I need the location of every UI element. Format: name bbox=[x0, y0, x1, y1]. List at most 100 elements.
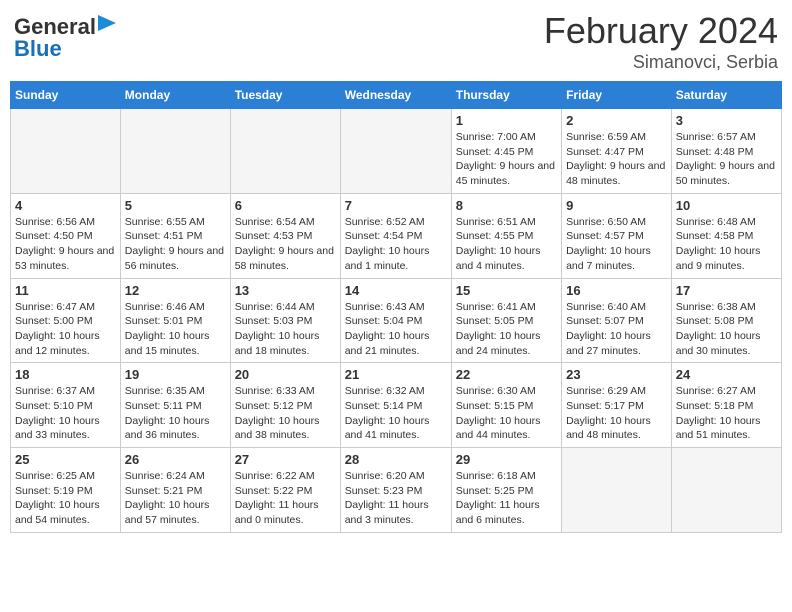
calendar-cell: 21 Sunrise: 6:32 AMSunset: 5:14 PMDayligh… bbox=[340, 363, 451, 448]
calendar-cell: 1 Sunrise: 7:00 AMSunset: 4:45 PMDaylight… bbox=[451, 109, 561, 194]
page-header: General Blue February 2024 Simanovci, Se… bbox=[10, 10, 782, 73]
day-number: 17 bbox=[676, 283, 777, 298]
day-info: Sunrise: 6:25 AMSunset: 5:19 PMDaylight:… bbox=[15, 469, 116, 528]
day-info: Sunrise: 6:22 AMSunset: 5:22 PMDaylight:… bbox=[235, 469, 336, 528]
day-info: Sunrise: 6:52 AMSunset: 4:54 PMDaylight:… bbox=[345, 215, 447, 274]
calendar-cell: 10 Sunrise: 6:48 AMSunset: 4:58 PMDayligh… bbox=[671, 193, 781, 278]
calendar-cell: 20Sunrise: 6:33 AMSunset: 5:12 PMDayligh… bbox=[230, 363, 340, 448]
calendar-cell: 7 Sunrise: 6:52 AMSunset: 4:54 PMDaylight… bbox=[340, 193, 451, 278]
calendar-cell: 9 Sunrise: 6:50 AMSunset: 4:57 PMDaylight… bbox=[562, 193, 672, 278]
logo-blue: Blue bbox=[14, 36, 62, 62]
day-info: Sunrise: 6:37 AMSunset: 5:10 PMDaylight:… bbox=[15, 384, 116, 443]
day-info: Sunrise: 6:29 AMSunset: 5:17 PMDaylight:… bbox=[566, 384, 667, 443]
weekday-header-wednesday: Wednesday bbox=[340, 82, 451, 109]
logo-icon bbox=[98, 15, 116, 37]
day-info: Sunrise: 6:41 AMSunset: 5:05 PMDaylight:… bbox=[456, 300, 557, 359]
calendar-cell: 23 Sunrise: 6:29 AMSunset: 5:17 PMDayligh… bbox=[562, 363, 672, 448]
calendar-cell bbox=[671, 448, 781, 533]
location-title: Simanovci, Serbia bbox=[544, 52, 778, 73]
day-number: 11 bbox=[15, 283, 116, 298]
day-info: Sunrise: 6:24 AMSunset: 5:21 PMDaylight:… bbox=[125, 469, 226, 528]
day-number: 10 bbox=[676, 198, 777, 213]
day-info: Sunrise: 6:57 AMSunset: 4:48 PMDaylight:… bbox=[676, 130, 777, 189]
day-number: 6 bbox=[235, 198, 336, 213]
calendar-cell: 22Sunrise: 6:30 AMSunset: 5:15 PMDayligh… bbox=[451, 363, 561, 448]
day-number: 21 bbox=[345, 367, 447, 382]
calendar-cell: 24 Sunrise: 6:27 AMSunset: 5:18 PMDayligh… bbox=[671, 363, 781, 448]
day-info: Sunrise: 6:38 AMSunset: 5:08 PMDaylight:… bbox=[676, 300, 777, 359]
day-info: Sunrise: 6:54 AMSunset: 4:53 PMDaylight:… bbox=[235, 215, 336, 274]
week-row-3: 11 Sunrise: 6:47 AMSunset: 5:00 PMDayligh… bbox=[11, 278, 782, 363]
calendar-cell: 3Sunrise: 6:57 AMSunset: 4:48 PMDaylight… bbox=[671, 109, 781, 194]
calendar-cell bbox=[340, 109, 451, 194]
day-number: 26 bbox=[125, 452, 226, 467]
day-info: Sunrise: 7:00 AMSunset: 4:45 PMDaylight:… bbox=[456, 130, 557, 189]
day-info: Sunrise: 6:47 AMSunset: 5:00 PMDaylight:… bbox=[15, 300, 116, 359]
calendar-table: SundayMondayTuesdayWednesdayThursdayFrid… bbox=[10, 81, 782, 533]
day-info: Sunrise: 6:56 AMSunset: 4:50 PMDaylight:… bbox=[15, 215, 116, 274]
day-info: Sunrise: 6:44 AMSunset: 5:03 PMDaylight:… bbox=[235, 300, 336, 359]
calendar-cell: 28 Sunrise: 6:20 AMSunset: 5:23 PMDayligh… bbox=[340, 448, 451, 533]
calendar-cell: 12Sunrise: 6:46 AMSunset: 5:01 PMDayligh… bbox=[120, 278, 230, 363]
day-info: Sunrise: 6:20 AMSunset: 5:23 PMDaylight:… bbox=[345, 469, 447, 528]
calendar-cell: 2Sunrise: 6:59 AMSunset: 4:47 PMDaylight… bbox=[562, 109, 672, 194]
day-number: 1 bbox=[456, 113, 557, 128]
calendar-cell: 25 Sunrise: 6:25 AMSunset: 5:19 PMDayligh… bbox=[11, 448, 121, 533]
calendar-cell: 19 Sunrise: 6:35 AMSunset: 5:11 PMDayligh… bbox=[120, 363, 230, 448]
week-row-4: 18 Sunrise: 6:37 AMSunset: 5:10 PMDayligh… bbox=[11, 363, 782, 448]
weekday-header-saturday: Saturday bbox=[671, 82, 781, 109]
day-number: 24 bbox=[676, 367, 777, 382]
day-info: Sunrise: 6:43 AMSunset: 5:04 PMDaylight:… bbox=[345, 300, 447, 359]
day-number: 23 bbox=[566, 367, 667, 382]
day-number: 29 bbox=[456, 452, 557, 467]
weekday-header-row: SundayMondayTuesdayWednesdayThursdayFrid… bbox=[11, 82, 782, 109]
day-number: 2 bbox=[566, 113, 667, 128]
day-info: Sunrise: 6:27 AMSunset: 5:18 PMDaylight:… bbox=[676, 384, 777, 443]
calendar-cell: 18 Sunrise: 6:37 AMSunset: 5:10 PMDayligh… bbox=[11, 363, 121, 448]
calendar-cell: 16Sunrise: 6:40 AMSunset: 5:07 PMDayligh… bbox=[562, 278, 672, 363]
day-number: 22 bbox=[456, 367, 557, 382]
calendar-cell: 11 Sunrise: 6:47 AMSunset: 5:00 PMDayligh… bbox=[11, 278, 121, 363]
day-number: 5 bbox=[125, 198, 226, 213]
day-number: 13 bbox=[235, 283, 336, 298]
calendar-cell bbox=[11, 109, 121, 194]
calendar-cell: 17 Sunrise: 6:38 AMSunset: 5:08 PMDayligh… bbox=[671, 278, 781, 363]
day-info: Sunrise: 6:50 AMSunset: 4:57 PMDaylight:… bbox=[566, 215, 667, 274]
day-number: 15 bbox=[456, 283, 557, 298]
calendar-cell bbox=[120, 109, 230, 194]
day-number: 25 bbox=[15, 452, 116, 467]
calendar-cell: 29 Sunrise: 6:18 AMSunset: 5:25 PMDayligh… bbox=[451, 448, 561, 533]
calendar-cell: 15 Sunrise: 6:41 AMSunset: 5:05 PMDayligh… bbox=[451, 278, 561, 363]
calendar-cell bbox=[562, 448, 672, 533]
weekday-header-monday: Monday bbox=[120, 82, 230, 109]
calendar-cell: 13 Sunrise: 6:44 AMSunset: 5:03 PMDayligh… bbox=[230, 278, 340, 363]
day-info: Sunrise: 6:51 AMSunset: 4:55 PMDaylight:… bbox=[456, 215, 557, 274]
day-info: Sunrise: 6:18 AMSunset: 5:25 PMDaylight:… bbox=[456, 469, 557, 528]
day-number: 19 bbox=[125, 367, 226, 382]
day-number: 4 bbox=[15, 198, 116, 213]
title-area: February 2024 Simanovci, Serbia bbox=[544, 10, 778, 73]
day-number: 28 bbox=[345, 452, 447, 467]
day-info: Sunrise: 6:32 AMSunset: 5:14 PMDaylight:… bbox=[345, 384, 447, 443]
week-row-1: 1 Sunrise: 7:00 AMSunset: 4:45 PMDaylight… bbox=[11, 109, 782, 194]
day-number: 20 bbox=[235, 367, 336, 382]
calendar-cell: 26 Sunrise: 6:24 AMSunset: 5:21 PMDayligh… bbox=[120, 448, 230, 533]
day-info: Sunrise: 6:46 AMSunset: 5:01 PMDaylight:… bbox=[125, 300, 226, 359]
weekday-header-tuesday: Tuesday bbox=[230, 82, 340, 109]
day-number: 7 bbox=[345, 198, 447, 213]
day-number: 18 bbox=[15, 367, 116, 382]
day-info: Sunrise: 6:55 AMSunset: 4:51 PMDaylight:… bbox=[125, 215, 226, 274]
weekday-header-thursday: Thursday bbox=[451, 82, 561, 109]
week-row-2: 4 Sunrise: 6:56 AMSunset: 4:50 PMDaylight… bbox=[11, 193, 782, 278]
logo: General Blue bbox=[14, 14, 116, 62]
day-number: 27 bbox=[235, 452, 336, 467]
weekday-header-sunday: Sunday bbox=[11, 82, 121, 109]
calendar-cell: 14Sunrise: 6:43 AMSunset: 5:04 PMDayligh… bbox=[340, 278, 451, 363]
day-number: 9 bbox=[566, 198, 667, 213]
calendar-cell: 6 Sunrise: 6:54 AMSunset: 4:53 PMDaylight… bbox=[230, 193, 340, 278]
weekday-header-friday: Friday bbox=[562, 82, 672, 109]
day-info: Sunrise: 6:48 AMSunset: 4:58 PMDaylight:… bbox=[676, 215, 777, 274]
day-info: Sunrise: 6:35 AMSunset: 5:11 PMDaylight:… bbox=[125, 384, 226, 443]
day-number: 16 bbox=[566, 283, 667, 298]
week-row-5: 25 Sunrise: 6:25 AMSunset: 5:19 PMDayligh… bbox=[11, 448, 782, 533]
